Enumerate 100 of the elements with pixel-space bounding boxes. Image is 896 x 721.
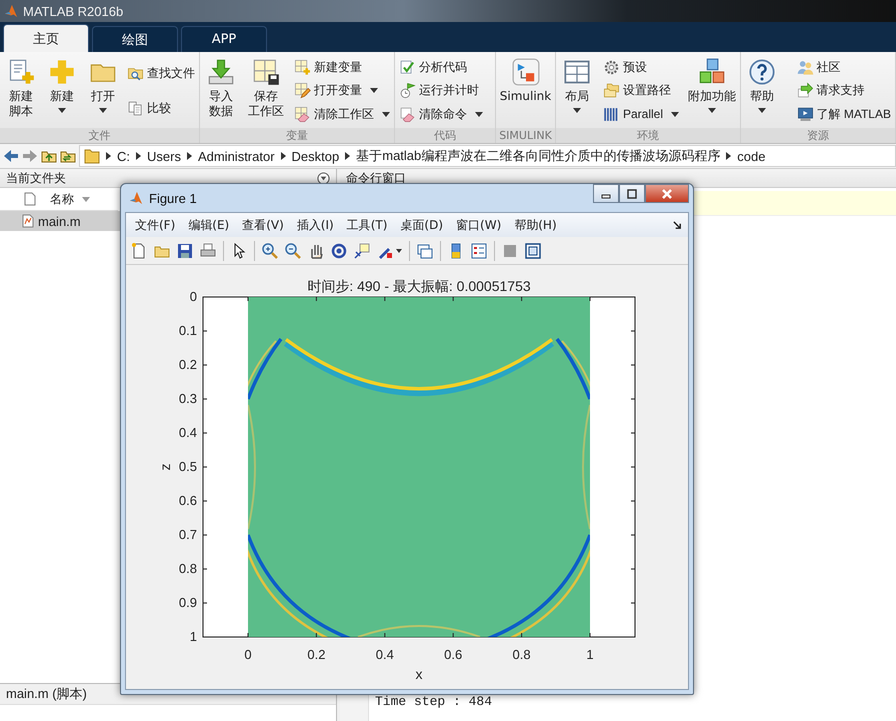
document-icon — [24, 192, 36, 206]
dock-arrow-icon[interactable] — [673, 220, 682, 230]
toolstrip-button[interactable]: 查找文件 — [125, 64, 197, 83]
document-plus-icon — [7, 58, 35, 86]
toolstrip-button[interactable]: 附加功能 — [686, 54, 738, 128]
tick-label: 0.8 — [512, 647, 531, 662]
grid-pencil-icon — [294, 82, 311, 100]
toolstrip-button[interactable]: 导入 数据 — [202, 54, 240, 128]
path-field[interactable]: C: Users Administrator Desktop 基于matlab编程声波在二维各向同性介质中的传播波场源码程序 code — [79, 145, 896, 167]
linked-plot-icon[interactable] — [417, 242, 433, 258]
path-segment[interactable]: Administrator — [198, 148, 275, 164]
tick-label: 0 — [190, 289, 197, 304]
menu-item[interactable]: 查看(V) — [242, 216, 284, 234]
toolstrip-button[interactable]: 设置路径 — [600, 81, 682, 100]
toolstrip-button[interactable]: 新建 脚本 — [2, 54, 40, 128]
path-segment[interactable]: 基于matlab编程声波在二维各向同性介质中的传播波场源码程序 — [356, 147, 720, 165]
path-segment[interactable]: Desktop — [292, 148, 340, 164]
toolstrip-button[interactable]: 帮助 — [743, 54, 781, 128]
toolstrip-button[interactable]: 保存 工作区 — [246, 54, 286, 128]
folder-icon — [84, 148, 100, 164]
download-arrow-icon — [207, 58, 235, 86]
path-segment[interactable]: code — [737, 148, 766, 164]
folders-icon — [602, 82, 620, 100]
toolstrip-button[interactable]: 新建变量 — [292, 58, 392, 78]
matlab-logo-icon — [4, 4, 18, 18]
menu-item[interactable]: 插入(I) — [296, 216, 334, 234]
tick-label: 0.6 — [178, 493, 197, 508]
close-icon — [662, 188, 672, 198]
menu-item[interactable]: 文件(F) — [135, 216, 176, 234]
arrow-icon — [796, 82, 814, 100]
flag-clock-icon — [399, 82, 416, 100]
toolstrip-button[interactable]: 布局 — [558, 54, 596, 128]
axis-label: z — [157, 464, 173, 470]
toolstrip-button[interactable]: 社区 — [794, 58, 893, 78]
toolstrip-button[interactable]: 分析代码 — [397, 58, 485, 78]
help-icon — [748, 58, 776, 86]
menu-item[interactable]: 帮助(H) — [514, 216, 557, 234]
legend-icon[interactable] — [471, 242, 487, 258]
ribbon-tab[interactable]: 绘图 — [92, 26, 178, 52]
back-arrow-icon[interactable] — [3, 148, 19, 164]
path-segment[interactable]: Users — [147, 148, 181, 164]
people-icon — [796, 59, 814, 76]
chevron-icon — [345, 152, 350, 160]
group-label: 环境 — [556, 128, 740, 143]
minimize-button[interactable] — [593, 184, 619, 203]
forward-arrow-icon[interactable] — [22, 148, 38, 164]
close-button[interactable] — [645, 184, 689, 203]
eraser-icon — [399, 106, 416, 123]
monitor-icon — [796, 106, 814, 123]
tick-label: 0.4 — [178, 425, 197, 440]
toolstrip-button[interactable]: 预设 — [600, 58, 682, 78]
toolstrip-button[interactable]: Simulink — [498, 54, 553, 128]
chevron-icon — [280, 152, 286, 160]
menu-item[interactable]: 工具(T) — [346, 216, 388, 234]
toolstrip-button[interactable]: 请求支持 — [794, 81, 893, 100]
group-label: 文件 — [0, 128, 199, 143]
printer-icon[interactable] — [200, 242, 216, 258]
menu-item[interactable]: 编辑(E) — [188, 216, 230, 234]
folder-search-icon — [127, 65, 144, 82]
zoom-out-icon[interactable] — [285, 242, 301, 258]
toolstrip-button[interactable]: 了解 MATLAB — [794, 104, 893, 124]
toolstrip-button[interactable]: Parallel — [600, 104, 682, 124]
file-row[interactable]: main.m — [0, 211, 120, 231]
menu-item[interactable]: 桌面(D) — [400, 216, 444, 234]
toolstrip-button[interactable]: 清除命令 — [397, 104, 485, 124]
toolstrip-button[interactable]: 比较 — [125, 99, 197, 118]
window-layout-icon — [563, 58, 591, 86]
window-title: MATLAB R2016b — [23, 4, 124, 18]
tick-label: 0.2 — [307, 647, 326, 662]
path-segment[interactable]: C: — [117, 148, 130, 164]
tick-label: 0.8 — [178, 561, 197, 576]
new-document-icon[interactable] — [131, 242, 147, 258]
script-file-icon — [22, 214, 34, 228]
toolstrip-button[interactable]: 打开 — [84, 54, 122, 128]
tick-label: 0.9 — [178, 595, 197, 610]
chevron-icon — [136, 152, 141, 160]
toolstrip-button[interactable]: 清除工作区 — [292, 104, 392, 124]
ribbon-tab[interactable]: 主页 — [3, 24, 89, 52]
group-label: 代码 — [395, 128, 495, 143]
group-label: 变量 — [200, 128, 394, 143]
toolstrip-button[interactable]: 运行并计时 — [397, 81, 485, 100]
toolstrip-button[interactable]: 打开变量 — [292, 81, 392, 100]
caret-icon[interactable] — [396, 248, 402, 252]
toolstrip-button[interactable]: 新建 — [43, 54, 81, 128]
eraser-icon — [294, 106, 311, 123]
menu-item[interactable]: 窗口(W) — [456, 216, 502, 234]
chevron-icon — [186, 152, 192, 160]
bars-icon — [602, 106, 620, 123]
tick-label: 0.3 — [178, 391, 197, 406]
window-title: Figure 1 — [149, 190, 197, 206]
tick-label: 0.7 — [178, 527, 197, 542]
data-cursor-icon[interactable] — [354, 242, 370, 258]
plot-title: 时间步: 490 - 最大振幅: 0.00051753 — [307, 278, 531, 294]
gear-icon — [602, 59, 620, 76]
ribbon-tab[interactable]: APP — [181, 26, 267, 52]
tick-label: 0.1 — [178, 323, 197, 338]
window-icon[interactable] — [525, 242, 541, 258]
tick-label: 0.4 — [376, 647, 394, 662]
maximize-button[interactable] — [619, 184, 645, 203]
zoom-in-icon[interactable] — [262, 242, 278, 258]
